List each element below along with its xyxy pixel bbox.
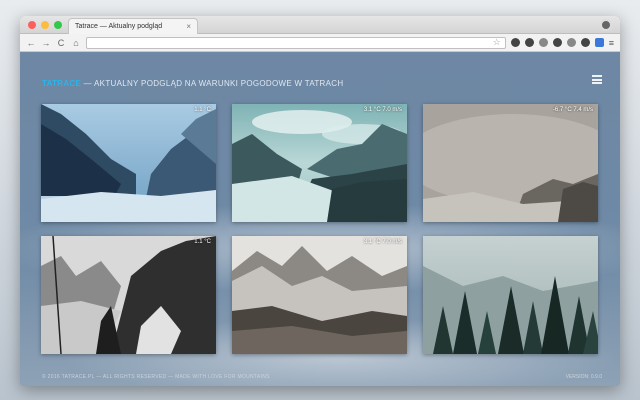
webcam-image [423,104,598,222]
forward-arrow-icon[interactable]: → [41,38,51,48]
webcam-image [423,236,598,354]
browser-tab[interactable]: Tatrace — Aktualny podgląd × [68,18,198,34]
page-tagline: — AKTUALNY PODGLĄD NA WARUNKI POGODOWE W… [81,79,344,88]
hamburger-menu-icon[interactable] [592,75,602,84]
extension-icon-7[interactable] [594,38,604,47]
extension-icon-4[interactable] [552,38,562,47]
webcam-tile[interactable]: -6.7 °C 7.4 m/s [423,104,598,222]
browser-toolbar: ← → C ⌂ ☆ ≡ [20,34,620,52]
minimize-window-button[interactable] [41,21,49,29]
webcam-tile[interactable]: 3.1 °C 7.0 m/s [232,104,407,222]
home-icon[interactable]: ⌂ [71,38,81,48]
window-controls [28,21,62,29]
webcam-weather-readout: 3.1 °C 7.0 m/s [363,107,402,113]
webcam-grid: 1.1 °C 3.1 °C 7.0 m/s -6.7 °C 7.4 m/s 1.… [41,104,598,354]
extension-icon-6[interactable] [580,38,590,47]
webcam-image [41,104,216,222]
webcam-tile[interactable]: 1.1 °C [41,236,216,354]
tab-bar: Tatrace — Aktualny podgląd × [20,16,620,34]
browser-window: Tatrace — Aktualny podgląd × ← → C ⌂ ☆ ≡… [20,16,620,386]
back-arrow-icon[interactable]: ← [26,38,36,48]
reload-icon[interactable]: C [56,38,66,48]
extension-icon-3[interactable] [538,38,548,47]
bookmark-star-icon[interactable]: ☆ [493,37,501,48]
webcam-image [232,104,407,222]
maximize-window-button[interactable] [54,21,62,29]
extension-icon-5[interactable] [566,38,576,47]
webcam-image [232,236,407,354]
webcam-weather-readout: 1.1 °C [194,107,211,113]
tab-close-icon[interactable]: × [186,22,191,31]
profile-icon[interactable] [600,19,612,31]
webcam-tile[interactable]: 1.1 °C [41,104,216,222]
extension-icon-2[interactable] [524,38,534,47]
webcam-tile[interactable] [423,236,598,354]
webcam-image [41,236,216,354]
tab-title: Tatrace — Aktualny podgląd [75,23,163,30]
close-window-button[interactable] [28,21,36,29]
webcam-weather-readout: -6.7 °C 7.4 m/s [552,107,593,113]
webcam-weather-readout: 1.1 °C [194,239,211,245]
footer-copyright: © 2016 TATRACE.PL — ALL RIGHTS RESERVED … [42,374,270,380]
footer-version: VERSION: 0.9.0 [565,374,602,380]
webcam-tile[interactable]: 3.1 °C 7.0 m/s [232,236,407,354]
address-bar[interactable]: ☆ [86,36,506,49]
browser-menu-icon[interactable]: ≡ [609,38,614,48]
brand-logo[interactable]: TATRACE [42,79,81,88]
page-content: TATRACE — AKTUALNY PODGLĄD NA WARUNKI PO… [20,53,620,386]
page-header: TATRACE — AKTUALNY PODGLĄD NA WARUNKI PO… [42,79,343,88]
webcam-weather-readout: 3.1 °C 7.0 m/s [363,239,402,245]
extension-icon-1[interactable] [510,38,520,47]
